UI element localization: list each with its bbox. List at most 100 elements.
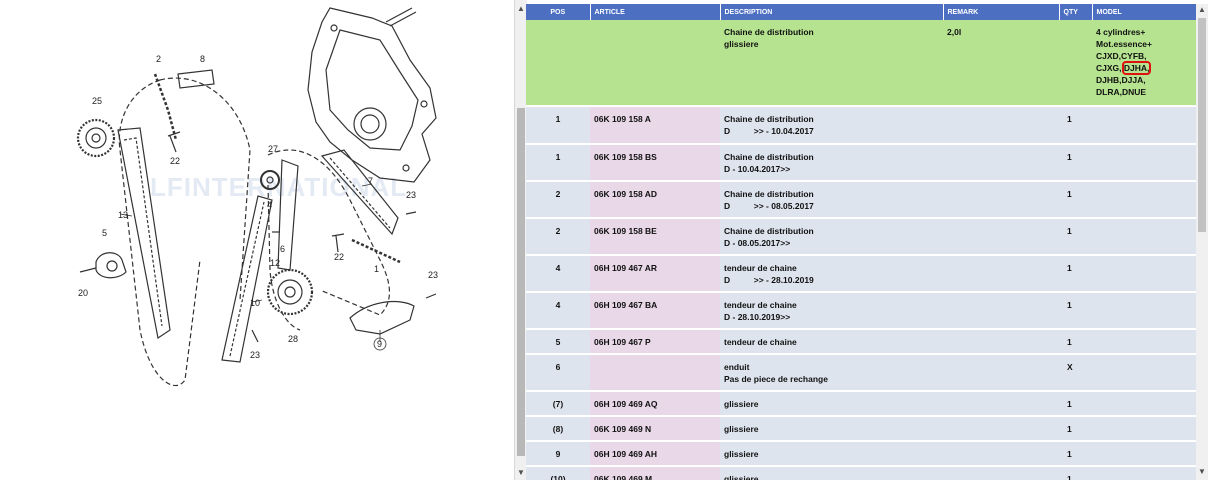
callout-label: 22 xyxy=(170,156,180,166)
cell-description: glissiere xyxy=(720,466,943,480)
desc-line: glissiere xyxy=(724,39,759,49)
cell-description: glissiere xyxy=(720,441,943,467)
cell-article: 06K 109 469 N xyxy=(590,416,720,442)
scroll-down-icon[interactable]: ▼ xyxy=(1196,466,1208,478)
table-row[interactable]: (10) 06K 109 469 Mglissiere 1 xyxy=(526,466,1196,480)
cell-remark: 2,0l xyxy=(943,20,1059,107)
sprocket-25 xyxy=(76,118,116,158)
cell-model xyxy=(1092,218,1196,256)
table-row[interactable]: (7) 06H 109 469 AQ glissiere 1 xyxy=(526,391,1196,417)
cell-article: 06H 109 467 P xyxy=(590,329,720,355)
cell-model xyxy=(1092,181,1196,219)
cell-description: glissiere xyxy=(720,416,943,442)
cell-remark xyxy=(943,181,1059,219)
cell-article: 06H 109 467 AR xyxy=(590,255,720,293)
cell-article xyxy=(590,354,720,392)
scroll-up-icon[interactable]: ▲ xyxy=(1196,4,1208,16)
cell-remark xyxy=(943,354,1059,392)
table-row[interactable]: 2 06K 109 158 BE Chaine de distribution D … xyxy=(526,218,1196,256)
scrollbar-thumb[interactable] xyxy=(1198,18,1206,232)
table-row[interactable]: 9 06H 109 469 AH glissiere 1 xyxy=(526,441,1196,467)
callout-label: 7 xyxy=(368,176,373,186)
timing-chain-drawing: 2 8 25 22 27 4 13 5 6 12 20 10 28 23 7 2… xyxy=(76,7,438,386)
bolt-top xyxy=(385,7,417,27)
cell-description: enduit Pas de piece de rechange xyxy=(720,354,943,392)
cell-qty: 1 xyxy=(1059,181,1092,219)
cell-description: Chaine de distribution D - 10.04.2017>> xyxy=(720,144,943,182)
cell-remark xyxy=(943,329,1059,355)
cell-remark xyxy=(943,255,1059,293)
cell-article: 06H 109 469 AH xyxy=(590,441,720,467)
cell-qty: 1 xyxy=(1059,218,1092,256)
parts-table: POS ARTICLE DESCRIPTION REMARK QTY MODEL… xyxy=(526,4,1196,480)
cell-pos: 4 xyxy=(526,292,590,330)
cell-qty: 1 xyxy=(1059,255,1092,293)
cell-remark xyxy=(943,292,1059,330)
cell-article: 06H 109 469 AQ xyxy=(590,391,720,417)
table-row-highlighted[interactable]: Chaine de distribution glissiere 2,0l 4 c… xyxy=(526,20,1196,107)
cell-model xyxy=(1092,292,1196,330)
column-header-pos[interactable]: POS xyxy=(526,4,591,20)
cell-remark xyxy=(943,391,1059,417)
cell-qty: 1 xyxy=(1059,416,1092,442)
cell-article: 06K 109 158 BE xyxy=(590,218,720,256)
cell-description: glissiere xyxy=(720,391,943,417)
cell-model xyxy=(1092,255,1196,293)
callout-label: 25 xyxy=(92,96,102,106)
callout-label: 23 xyxy=(406,190,416,200)
callout-label: 23 xyxy=(428,270,438,280)
cell-pos: 6 xyxy=(526,354,590,392)
cell-article: 06K 109 158 A xyxy=(590,106,720,145)
column-header-qty[interactable]: QTY xyxy=(1059,4,1093,20)
cell-pos: (10) xyxy=(526,466,590,480)
cell-description: tendeur de chaine D - 28.10.2019>> xyxy=(720,292,943,330)
cell-pos: 9 xyxy=(526,441,590,467)
cell-model xyxy=(1092,441,1196,467)
column-header-model[interactable]: MODEL xyxy=(1092,4,1196,20)
desc-line: Chaine de distribution xyxy=(724,27,814,37)
callout-label: 10 xyxy=(250,298,260,308)
cell-qty: 1 xyxy=(1059,441,1092,467)
table-row[interactable]: (8) 06K 109 469 Nglissiere 1 xyxy=(526,416,1196,442)
table-row[interactable]: 4 06H 109 467 BA tendeur de chaine D - 28.… xyxy=(526,292,1196,330)
cell-pos: 1 xyxy=(526,106,590,145)
column-header-article[interactable]: ARTICLE xyxy=(590,4,721,20)
guide-rail-10 xyxy=(221,195,273,363)
model-text: DJHB,DJJA, DLRA,DNUE xyxy=(1096,75,1147,97)
callout-label: 20 xyxy=(78,288,88,298)
cell-model xyxy=(1092,391,1196,417)
chain-1 xyxy=(351,238,401,264)
cell-description: Chaine de distribution D - 08.05.2017>> xyxy=(720,218,943,256)
callout-label: 1 xyxy=(374,264,379,274)
cell-pos: 2 xyxy=(526,181,590,219)
cell-article: 06H 109 467 BA xyxy=(590,292,720,330)
cell-remark xyxy=(943,106,1059,145)
callout-label: 6 xyxy=(280,244,285,254)
table-row[interactable]: 1 06K 109 158 A Chaine de distribution D >… xyxy=(526,106,1196,145)
cell-description: tendeur de chaine xyxy=(720,329,943,355)
callout-label: 28 xyxy=(288,334,298,344)
column-header-remark[interactable]: REMARK xyxy=(943,4,1060,20)
table-row[interactable]: 4 06H 109 467 AR tendeur de chaine D >> - … xyxy=(526,255,1196,293)
cell-model xyxy=(1092,354,1196,392)
table-scrollbar[interactable]: ▲ ▼ xyxy=(1196,4,1208,480)
sprocket-28 xyxy=(266,268,314,316)
cell-article xyxy=(590,20,720,107)
cell-qty: 1 xyxy=(1059,466,1092,480)
callout-label: 23 xyxy=(250,350,260,360)
table-row[interactable]: 6 enduit Pas de piece de rechange X xyxy=(526,354,1196,392)
cell-qty: 1 xyxy=(1059,144,1092,182)
cell-remark xyxy=(943,144,1059,182)
part-9 xyxy=(349,300,415,335)
table-row[interactable]: 5 06H 109 467 Ptendeur de chaine 1 xyxy=(526,329,1196,355)
cell-pos: 4 xyxy=(526,255,590,293)
tensioner-5 xyxy=(95,252,127,279)
scrollbar-thumb[interactable] xyxy=(517,108,525,456)
callout-label: 5 xyxy=(102,228,107,238)
cell-pos: (7) xyxy=(526,391,590,417)
cell-description: Chaine de distribution D >> - 08.05.2017 xyxy=(720,181,943,219)
cell-qty: 1 xyxy=(1059,292,1092,330)
column-header-description[interactable]: DESCRIPTION xyxy=(720,4,944,20)
table-row[interactable]: 1 06K 109 158 BS Chaine de distribution D … xyxy=(526,144,1196,182)
table-row[interactable]: 2 06K 109 158 AD Chaine de distribution D … xyxy=(526,181,1196,219)
